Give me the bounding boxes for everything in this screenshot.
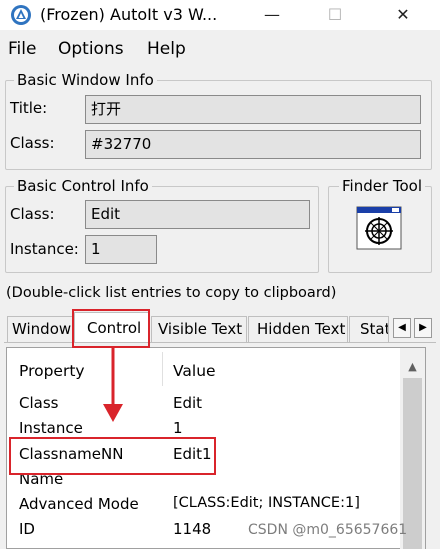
tab-hidden-text[interactable]: Hidden Text <box>248 316 348 342</box>
classnamenn-row-highlight <box>9 437 216 475</box>
window-title-label: Title: <box>10 99 48 117</box>
minimize-button[interactable]: — <box>250 0 294 30</box>
row-property-instance[interactable]: Instance <box>19 419 83 437</box>
scroll-up-icon[interactable]: ▲ <box>403 360 422 373</box>
control-instance-label: Instance: <box>10 240 79 258</box>
tab-scroll-left-icon[interactable]: ◀ <box>393 318 411 338</box>
row-value-advanced-mode[interactable]: [CLASS:Edit; INSTANCE:1] <box>173 495 360 511</box>
column-header-value[interactable]: Value <box>173 362 216 380</box>
close-button[interactable]: ✕ <box>381 0 425 30</box>
finder-tool-label: Finder Tool <box>339 177 426 195</box>
window-title: (Frozen) AutoIt v3 W... <box>40 5 218 24</box>
tab-statusbar[interactable]: Stat <box>349 316 389 342</box>
row-value-class[interactable]: Edit <box>173 394 202 412</box>
window-class-label: Class: <box>10 134 55 152</box>
menu-help[interactable]: Help <box>147 39 186 59</box>
autoit-logo-icon <box>11 5 31 25</box>
tab-panel-divider <box>4 342 436 343</box>
copy-hint-text: (Double-click list entries to copy to cl… <box>6 285 337 301</box>
tab-scroll-right-icon[interactable]: ▶ <box>414 318 432 338</box>
tab-visible-text[interactable]: Visible Text <box>151 316 247 342</box>
finder-crosshair-icon[interactable] <box>356 206 402 250</box>
control-class-field[interactable]: Edit <box>85 200 310 229</box>
row-property-advanced-mode[interactable]: Advanced Mode <box>19 495 139 513</box>
control-instance-field[interactable]: 1 <box>85 235 157 264</box>
control-tab-highlight <box>72 309 150 348</box>
row-property-class[interactable]: Class <box>19 394 58 412</box>
row-property-id[interactable]: ID <box>19 520 35 538</box>
column-divider[interactable] <box>162 352 163 386</box>
menu-options[interactable]: Options <box>58 39 124 59</box>
row-value-instance[interactable]: 1 <box>173 419 183 437</box>
tab-window[interactable]: Window <box>7 316 73 342</box>
row-value-id[interactable]: 1148 <box>173 520 211 538</box>
window-title-field[interactable]: 打开 <box>85 95 421 124</box>
window-class-field[interactable]: #32770 <box>85 130 421 159</box>
column-header-property[interactable]: Property <box>19 362 85 380</box>
menu-file[interactable]: File <box>8 39 36 59</box>
csdn-watermark: CSDN @m0_65657661 <box>248 522 408 538</box>
basic-control-info-label: Basic Control Info <box>14 177 152 195</box>
maximize-button[interactable]: ☐ <box>313 0 357 30</box>
annotation-arrow-icon <box>103 348 123 422</box>
basic-window-info-label: Basic Window Info <box>14 71 157 89</box>
control-class-label: Class: <box>10 205 55 223</box>
